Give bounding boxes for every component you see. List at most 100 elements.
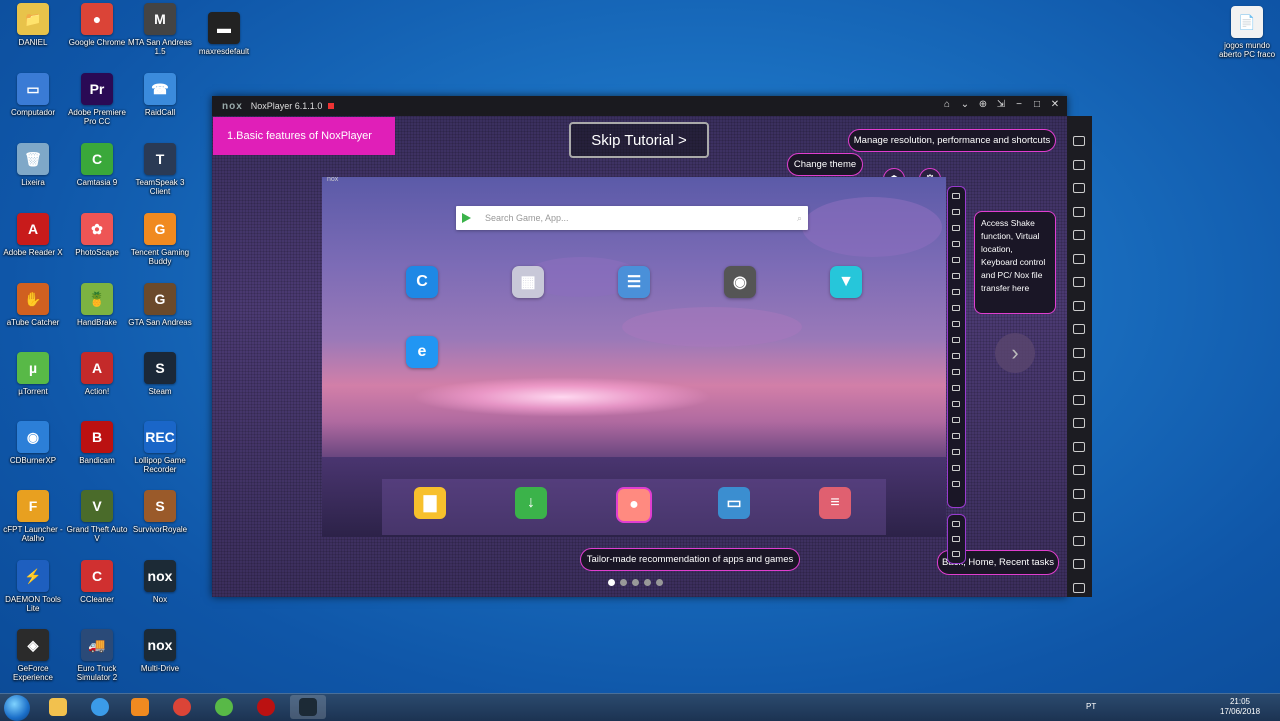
desktop-icon[interactable]: T TeamSpeak 3 Client (127, 143, 193, 196)
desktop-icon[interactable]: S SurvivorRoyale (127, 490, 193, 534)
page-dot[interactable] (656, 579, 663, 586)
download-icon[interactable]: ↓ (515, 487, 547, 519)
desktop-icon[interactable]: G GTA San Andreas (127, 283, 193, 327)
back-icon[interactable] (952, 521, 960, 527)
desktop-icon[interactable]: A Action! (64, 352, 130, 396)
camera-app-icon[interactable]: ◉ (724, 266, 756, 298)
desktop-icon[interactable]: ✿ PhotoScape (64, 213, 130, 257)
desktop-icon[interactable]: M MTA San Andreas 1.5 (127, 3, 193, 56)
toolbar-tool-icon[interactable] (952, 289, 960, 295)
toolbar-tool-icon[interactable] (952, 369, 960, 375)
nox-toolbar-icon[interactable] (1073, 535, 1085, 546)
recommend-icon[interactable]: ● (616, 487, 652, 523)
gallery-icon[interactable]: ▭ (718, 487, 750, 519)
toolbar-tool-icon[interactable] (952, 209, 960, 215)
desktop-icon[interactable]: ● Google Chrome (64, 3, 130, 47)
page-dot[interactable] (632, 579, 639, 586)
toolbar-tool-icon[interactable] (952, 225, 960, 231)
nox-toolbar-icon[interactable] (1073, 159, 1085, 170)
desktop-icon[interactable]: nox Nox (127, 560, 193, 604)
toolbar-tool-icon[interactable] (952, 481, 960, 487)
toolbar-tool-icon[interactable] (952, 433, 960, 439)
nox-toolbar-icon[interactable] (1073, 300, 1085, 311)
desktop-icon[interactable]: nox Multi-Drive (127, 629, 193, 673)
search-icon[interactable]: ⌕ (797, 213, 802, 224)
title-bar[interactable]: nox NoxPlayer 6.1.1.0 ⌂ ⌄ ⊕ ⇲ − □ ✕ (212, 96, 1067, 116)
toolbar-tool-icon[interactable] (952, 449, 960, 455)
toolbar-tool-icon[interactable] (952, 241, 960, 247)
desktop-icon[interactable]: B Bandicam (64, 421, 130, 465)
desktop-icon[interactable]: 📄 jogos mundo aberto PC fraco (1214, 6, 1280, 59)
desktop-icon[interactable]: C Camtasia 9 (64, 143, 130, 187)
media-player-taskbar-icon[interactable] (122, 695, 158, 719)
desktop-icon[interactable]: ▭ Computador (0, 73, 66, 117)
toolbar-tool-icon[interactable] (952, 193, 960, 199)
folder-app-icon[interactable]: ▦ (512, 266, 544, 298)
nox-toolbar-icon[interactable] (1073, 253, 1085, 264)
desktop-icon[interactable]: G Tencent Gaming Buddy (127, 213, 193, 266)
desktop-icon[interactable]: ⚡ DAEMON Tools Lite (0, 560, 66, 613)
desktop-icon[interactable]: FcFPT Launcher - Atalho (0, 490, 66, 543)
search-bar[interactable]: Search Game, App... ⌕ (456, 206, 808, 230)
home-icon[interactable]: ⌂ (941, 99, 953, 110)
desktop-icon[interactable]: REC Lollipop Game Recorder (127, 421, 193, 474)
desktop-icon[interactable]: C CCleaner (64, 560, 130, 604)
c-app-icon[interactable]: C (406, 266, 438, 298)
page-dot[interactable] (608, 579, 615, 586)
toolbar-tool-icon[interactable] (952, 321, 960, 327)
es-explorer-icon[interactable]: e (406, 336, 438, 368)
recent-tasks-icon[interactable] (952, 551, 960, 557)
explorer-taskbar-icon[interactable] (40, 695, 76, 719)
desktop-icon[interactable]: 🍍 HandBrake (64, 283, 130, 327)
toolbar-tool-icon[interactable] (952, 353, 960, 359)
nox-toolbar-icon[interactable] (1073, 488, 1085, 499)
desktop-icon[interactable]: V Grand Theft Auto V (64, 490, 130, 543)
toolbar-tool-icon[interactable] (952, 465, 960, 471)
nox-toolbar-icon[interactable] (1073, 136, 1085, 146)
nox-toolbar-icon[interactable] (1073, 394, 1085, 405)
nox-toolbar-icon[interactable] (1073, 206, 1085, 217)
desktop-icon[interactable]: ▬ maxresdefault (191, 12, 257, 56)
language-indicator[interactable]: PT (1086, 702, 1096, 711)
start-button[interactable] (4, 695, 30, 721)
nox-toolbar-icon[interactable] (1073, 465, 1085, 475)
desktop-icon[interactable]: Pr Adobe Premiere Pro CC (64, 73, 130, 126)
page-dot[interactable] (644, 579, 651, 586)
search-input[interactable]: Search Game, App... (485, 213, 569, 223)
nox-toolbar-icon[interactable] (1073, 418, 1085, 428)
nox-toolbar-icon[interactable] (1073, 371, 1085, 381)
pin-icon[interactable]: ⊕ (977, 99, 989, 110)
nox-toolbar-icon[interactable] (1073, 582, 1085, 593)
desktop-icon[interactable]: µ µTorrent (0, 352, 66, 396)
nox-taskbar-icon[interactable] (290, 695, 326, 719)
chrome-taskbar-icon[interactable] (164, 695, 200, 719)
home-icon[interactable] (952, 536, 960, 542)
desktop-icon[interactable]: ◈ GeForce Experience (0, 629, 66, 682)
toolbar-tool-icon[interactable] (952, 273, 960, 279)
nox-toolbar-icon[interactable] (1073, 347, 1085, 358)
toolbar-tool-icon[interactable] (952, 417, 960, 423)
nox-toolbar-icon[interactable] (1073, 324, 1085, 334)
utorrent-taskbar-icon[interactable] (206, 695, 242, 719)
desktop-icon[interactable]: ◉ CDBurnerXP (0, 421, 66, 465)
skip-tutorial-button[interactable]: Skip Tutorial > (569, 122, 709, 158)
toolbar-tool-icon[interactable] (952, 385, 960, 391)
desktop-icon[interactable]: 📁 DANIEL (0, 3, 66, 47)
nox-toolbar-icon[interactable] (1073, 512, 1085, 522)
bandicam-taskbar-icon[interactable] (248, 695, 284, 719)
contacts-app-icon[interactable]: ☰ (618, 266, 650, 298)
files-icon[interactable]: ▇ (414, 487, 446, 519)
minimize-button[interactable]: − (1013, 99, 1025, 110)
desktop-icon[interactable]: S Steam (127, 352, 193, 396)
toolbar-tool-icon[interactable] (952, 337, 960, 343)
toolbar-tool-icon[interactable] (952, 305, 960, 311)
close-button[interactable]: ✕ (1049, 99, 1061, 110)
next-arrow-button[interactable]: › (995, 333, 1035, 373)
chevron-down-icon[interactable]: ⌄ (959, 99, 971, 110)
desktop-icon[interactable]: ✋ aTube Catcher (0, 283, 66, 327)
toolbar-tool-icon[interactable] (952, 257, 960, 263)
nox-toolbar-icon[interactable] (1073, 441, 1085, 452)
nox-toolbar-icon[interactable] (1073, 559, 1085, 569)
desktop-icon[interactable]: 🚚 Euro Truck Simulator 2 (64, 629, 130, 682)
gift-app-icon[interactable]: ▼ (830, 266, 862, 298)
